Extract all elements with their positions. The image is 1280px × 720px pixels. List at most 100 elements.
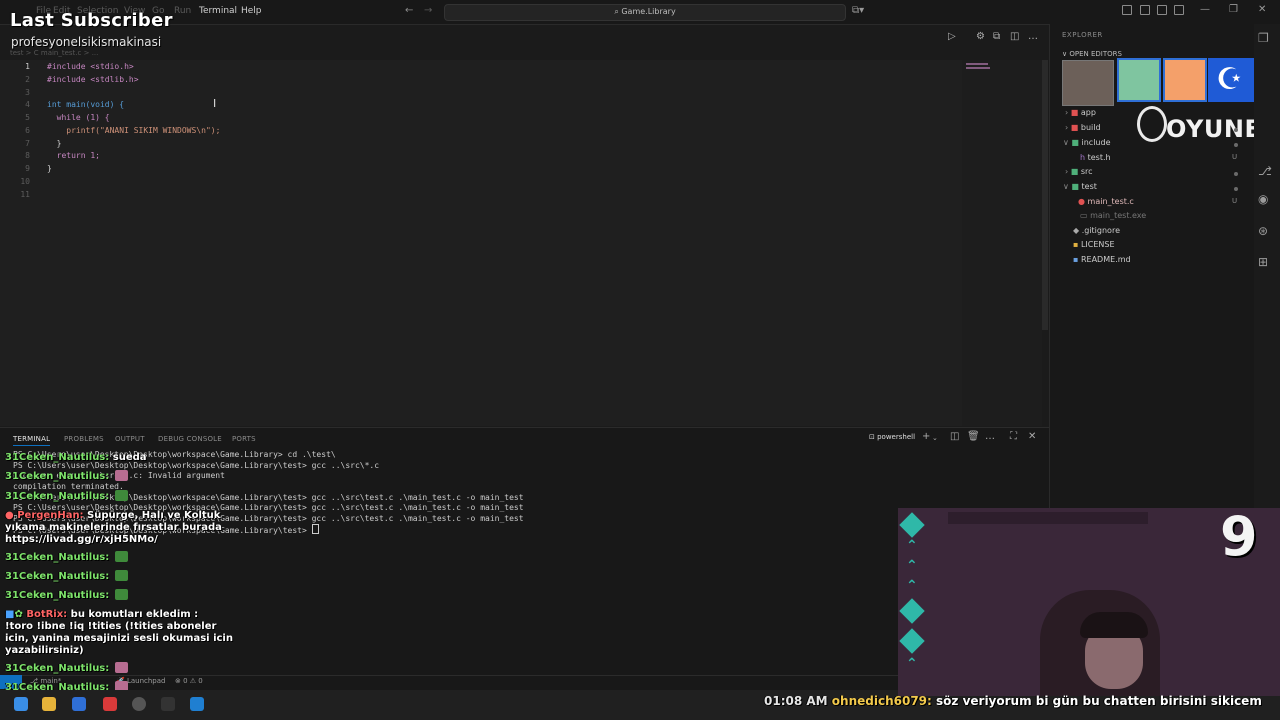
tree-item-app[interactable]: › ■ app — [1065, 108, 1096, 117]
chat-promo-link[interactable]: https://livad.gg/r/xjH5NMo/ — [5, 534, 158, 545]
code-line[interactable]: } — [47, 164, 52, 173]
tree-item-src[interactable]: › ■ src — [1065, 167, 1093, 176]
tree-label: build — [1080, 123, 1101, 132]
tree-label: app — [1080, 108, 1096, 117]
tab-terminal[interactable]: TERMINAL — [13, 435, 51, 446]
tree-item-include[interactable]: ∨ ■ include — [1063, 138, 1111, 147]
search-icon: ⌕ Game.Library — [614, 7, 676, 16]
toggle-sidebar-icon[interactable] — [1140, 5, 1150, 15]
source-control-icon[interactable]: ⎇ — [1258, 164, 1272, 178]
line-number: 10 — [20, 177, 30, 186]
github-icon[interactable]: ◉ — [1258, 192, 1268, 206]
code-line[interactable]: #include <stdlib.h> — [47, 75, 139, 84]
code-line[interactable]: } — [47, 139, 62, 148]
overlay-chat-ticker: 01:08 AM ohnedich6079: söz veriyorum bi … — [764, 694, 1262, 708]
tree-item-test[interactable]: ∨ ■ test — [1063, 182, 1097, 191]
charmander-sticker-image — [1163, 58, 1207, 102]
tree-item-build[interactable]: › ■ build — [1065, 123, 1101, 132]
line-number: 7 — [25, 139, 30, 148]
tree-item-readme[interactable]: ▪ README.md — [1073, 255, 1131, 264]
layout-icon[interactable] — [1122, 5, 1132, 15]
tree-label: test.h — [1087, 153, 1111, 162]
minimize-icon[interactable]: — — [1200, 4, 1210, 15]
copilot-icon[interactable]: ⧉▾ — [852, 5, 864, 16]
code-line[interactable]: int main(void) { — [47, 100, 124, 109]
extensions-icon[interactable]: ⊞ — [1258, 255, 1268, 269]
settings-gear-icon[interactable]: ⚙ — [976, 31, 985, 42]
forward-arrow-icon[interactable]: → — [424, 5, 432, 16]
folder-icon: ■ — [1070, 108, 1079, 117]
maximize-icon[interactable]: ❐ — [1229, 4, 1238, 15]
close-panel-icon[interactable]: ✕ — [1028, 431, 1036, 442]
tab-debug-console[interactable]: DEBUG CONSOLE — [158, 435, 222, 443]
terminal-app-icon[interactable] — [161, 697, 175, 711]
minimap[interactable] — [962, 60, 1042, 426]
vscode-icon[interactable] — [190, 697, 204, 711]
decor-chevron-icon: ⌃ — [906, 656, 918, 672]
chevron-down-icon[interactable]: ⌄ — [932, 434, 938, 442]
split-editor-icon[interactable]: ◫ — [1010, 31, 1019, 42]
tree-item-gitignore[interactable]: ◆ .gitignore — [1073, 226, 1120, 235]
line-number: 1 — [25, 62, 30, 71]
chat-message: 31Ceken_Nautilus: — [5, 490, 128, 502]
tree-item-main-test-exe[interactable]: ▭ main_test.exe — [1080, 211, 1146, 220]
chat-text: sueda — [112, 452, 147, 463]
close-icon[interactable]: ✕ — [1258, 4, 1266, 15]
compare-icon[interactable]: ⧉ — [993, 31, 1000, 42]
chat-username: 31Ceken_Nautilus: — [5, 663, 110, 674]
cat-sticker-image — [1062, 60, 1114, 106]
explorer-icon[interactable]: ❐ — [1258, 31, 1269, 45]
terminal-shell-selector[interactable]: ⊡ powershell — [869, 433, 915, 441]
tab-problems[interactable]: PROBLEMS — [64, 435, 104, 443]
folder-open-icon: ■ — [1071, 182, 1079, 191]
tree-item-license[interactable]: ▪ LICENSE — [1073, 240, 1115, 249]
run-debug-icon[interactable]: ▷ — [948, 31, 956, 42]
problems-indicator[interactable]: ⊗ 0 ⚠ 0 — [175, 677, 203, 685]
code-line[interactable]: printf("ANANI SIKIM WINDOWS\n"); — [47, 126, 220, 135]
menu-help[interactable]: Help — [241, 6, 262, 16]
chat-username: 31Ceken_Nautilus: — [5, 452, 110, 463]
remote-explorer-icon[interactable]: ⊛ — [1258, 224, 1268, 238]
file-explorer-icon[interactable] — [42, 697, 56, 711]
toggle-secondary-icon[interactable] — [1174, 5, 1184, 15]
editor-area[interactable] — [0, 60, 962, 426]
browser-icon[interactable] — [72, 697, 86, 711]
more-actions-icon[interactable]: … — [1028, 31, 1038, 42]
tab-ports[interactable]: PORTS — [232, 435, 256, 443]
chat-promo-line: yıkama makinelerinde fırsatlar burada — [5, 522, 222, 533]
menu-terminal[interactable]: Terminal — [199, 6, 237, 16]
folder-icon: ■ — [1070, 123, 1079, 132]
line-number: 9 — [25, 164, 30, 173]
back-arrow-icon[interactable]: ← — [405, 5, 413, 16]
obs-icon[interactable] — [132, 697, 146, 711]
chevron-right-icon: › — [1065, 123, 1069, 132]
breadcrumb[interactable]: test > C main_test.c > ... — [10, 49, 98, 57]
tree-item-main-test-c[interactable]: ● main_test.c — [1078, 197, 1134, 206]
maximize-panel-icon[interactable]: ⛶ — [1010, 431, 1017, 442]
toggle-panel-icon[interactable] — [1157, 5, 1167, 15]
command-center[interactable]: ⌕ Game.Library — [444, 4, 846, 21]
app-icon[interactable] — [103, 697, 117, 711]
code-line[interactable]: #include <stdio.h> — [47, 62, 134, 71]
tree-item-test-h[interactable]: h test.h — [1080, 153, 1111, 162]
header-file-icon: h — [1080, 153, 1086, 162]
new-terminal-icon[interactable]: + — [922, 431, 930, 442]
chat-username: 31Ceken_Nautilus: — [5, 571, 110, 582]
tree-label: include — [1081, 138, 1111, 147]
untracked-badge: U — [1232, 153, 1238, 161]
editor-scrollbar[interactable] — [1042, 60, 1048, 330]
emote-icon — [114, 589, 128, 600]
more-icon[interactable]: … — [985, 431, 995, 442]
menu-run[interactable]: Run — [174, 6, 191, 16]
code-line[interactable]: return 1; — [47, 151, 100, 160]
start-icon[interactable] — [14, 697, 28, 711]
shell-name: powershell — [877, 433, 916, 441]
trash-icon[interactable]: 🗑 — [967, 431, 980, 442]
tab-output[interactable]: OUTPUT — [115, 435, 145, 443]
code-line[interactable]: while (1) { — [47, 113, 110, 122]
split-terminal-icon[interactable]: ◫ — [950, 431, 959, 442]
modified-dot — [1234, 187, 1238, 191]
chat-bot-line: yazabilirsiniz) — [5, 645, 84, 656]
chat-username: 31Ceken_Nautilus: — [5, 491, 110, 502]
open-editors-header[interactable]: ∨ OPEN EDITORS — [1062, 50, 1122, 58]
